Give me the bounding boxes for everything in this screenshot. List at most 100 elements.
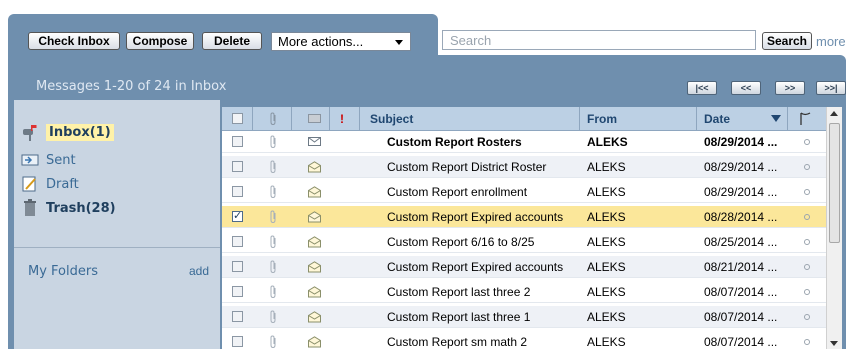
flag-header-icon[interactable] [799,107,813,130]
attachment-header-icon[interactable] [268,107,284,130]
trash-icon [20,199,40,217]
table-row[interactable]: Custom Report Expired accounts ALEKS 08/21… [222,256,826,278]
row-checkbox[interactable] [232,231,246,252]
subject-header[interactable]: Subject [370,107,570,130]
delete-button[interactable]: Delete [202,32,262,50]
row-date: 08/07/2014 ... [704,309,778,324]
row-checkbox[interactable] [232,181,246,202]
table-row[interactable]: Custom Report District Roster ALEKS 08/29/… [222,156,826,178]
flag-dot-icon[interactable] [804,256,812,277]
message-count: Messages 1-20 of 24 in Inbox [36,79,227,94]
row-from: ALEKS [587,259,626,274]
draft-icon [20,175,40,193]
row-date: 08/25/2014 ... [704,234,778,249]
row-from: ALEKS [587,184,626,199]
row-checkbox[interactable] [232,256,246,277]
check-inbox-button[interactable]: Check Inbox [28,32,120,50]
row-subject[interactable]: Custom Report Rosters [387,131,582,152]
flag-dot-icon[interactable] [804,231,812,252]
divider [252,107,253,130]
row-checkbox[interactable] [232,306,246,327]
divider [787,107,788,130]
row-checkbox[interactable] [232,156,246,177]
row-from: ALEKS [587,334,626,349]
attachment-icon [268,306,284,327]
row-date: 08/29/2014 ... [704,159,778,174]
sidebar-item-trash[interactable]: Trash(28) [20,196,116,220]
flag-dot-icon[interactable] [804,206,812,227]
table-row[interactable]: Custom Report 6/16 to 8/25 ALEKS 08/25/201… [222,231,826,253]
sidebar-item-sent[interactable]: Sent [20,148,76,172]
row-checkbox[interactable] [232,281,246,302]
more-search-link[interactable]: more [816,34,846,49]
divider [14,247,220,248]
envelope-open-icon [308,306,324,327]
flag-dot-icon[interactable] [804,331,812,349]
row-from: ALEKS [587,284,626,299]
row-subject[interactable]: Custom Report Expired accounts [387,206,582,227]
scroll-thumb[interactable] [829,123,840,243]
sort-down-icon[interactable] [771,107,781,130]
compose-button[interactable]: Compose [126,32,194,50]
row-from: ALEKS [587,309,626,324]
sidebar-item-label: Trash(28) [46,200,116,216]
table-row[interactable]: Custom Report last three 1 ALEKS 08/07/201… [222,306,826,328]
table-row[interactable]: Custom Report Rosters ALEKS 08/29/2014 ... [222,131,826,153]
scroll-down-arrow-icon[interactable] [830,341,838,346]
flag-dot-icon[interactable] [804,181,812,202]
row-checkbox[interactable] [232,206,246,227]
envelope-open-icon [308,181,324,202]
search-input[interactable]: Search [442,30,756,50]
my-folders-label: My Folders [28,264,98,279]
flag-dot-icon[interactable] [804,281,812,302]
row-from: ALEKS [587,134,628,149]
table-header: ! Subject From Date [222,107,826,131]
prev-page-button[interactable]: << [731,81,761,95]
priority-header[interactable]: ! [340,107,350,130]
table-row[interactable]: Custom Report Expired accounts ALEKS 08/28… [222,206,826,228]
more-actions-label: More actions... [278,34,364,49]
next-page-button[interactable]: >> [775,81,805,95]
more-actions-select[interactable]: More actions... [271,32,411,51]
sidebar: Inbox(1) Sent Draft Trash(28) My Folders… [14,100,220,349]
row-subject[interactable]: Custom Report last three 2 [387,281,582,302]
flag-dot-icon[interactable] [804,306,812,327]
attachment-icon [268,181,284,202]
date-header[interactable]: Date [704,107,764,130]
sidebar-item-label: Draft [46,176,79,192]
flag-dot-icon[interactable] [804,131,812,152]
envelope-header-icon[interactable] [308,107,324,130]
flag-dot-icon[interactable] [804,156,812,177]
row-subject[interactable]: Custom Report Expired accounts [387,256,582,277]
scroll-up-arrow-icon[interactable] [830,111,838,116]
last-page-button[interactable]: >>| [816,81,846,95]
from-header[interactable]: From [587,107,677,130]
divider [291,107,292,130]
divider [359,107,360,130]
row-subject[interactable]: Custom Report 6/16 to 8/25 [387,231,582,252]
row-subject[interactable]: Custom Report sm math 2 [387,331,582,349]
add-folder-link[interactable]: add [189,264,209,278]
row-subject[interactable]: Custom Report enrollment [387,181,582,202]
table-row[interactable]: Custom Report last three 2 ALEKS 08/07/201… [222,281,826,303]
first-page-button[interactable]: |<< [687,81,717,95]
table-row[interactable]: Custom Report sm math 2 ALEKS 08/07/2014 .… [222,331,826,349]
row-subject[interactable]: Custom Report last three 1 [387,306,582,327]
envelope-open-icon [308,256,324,277]
sidebar-item-inbox[interactable]: Inbox(1) [20,120,114,144]
attachment-icon [268,281,284,302]
divider [579,107,580,130]
search-button[interactable]: Search [762,32,812,50]
select-all-checkbox[interactable] [232,107,246,130]
envelope-open-icon [308,281,324,302]
row-date: 08/28/2014 ... [704,209,778,224]
table-row[interactable]: Custom Report enrollment ALEKS 08/29/2014 … [222,181,826,203]
row-checkbox[interactable] [232,331,246,349]
row-checkbox[interactable] [232,131,246,152]
scrollbar[interactable] [826,107,842,349]
sidebar-item-label: Sent [46,152,76,168]
envelope-open-icon [308,206,324,227]
row-subject[interactable]: Custom Report District Roster [387,156,582,177]
sidebar-item-draft[interactable]: Draft [20,172,79,196]
attachment-icon [268,156,284,177]
